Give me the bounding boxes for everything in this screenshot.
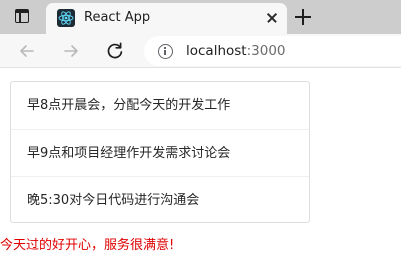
reload-icon[interactable]: [104, 40, 126, 62]
schedule-list: 早8点开晨会，分配今天的开发工作 早9点和项目经理作开发需求讨论会 晚5:30对…: [10, 81, 310, 223]
list-item: 晚5:30对今日代码进行沟通会: [11, 176, 309, 223]
tab-title: React App: [84, 10, 151, 25]
list-item: 早9点和项目经理作开发需求讨论会: [11, 129, 309, 176]
url-host: localhost: [186, 43, 247, 59]
site-info-icon[interactable]: [158, 44, 173, 59]
list-item: 早8点开晨会，分配今天的开发工作: [27, 98, 231, 113]
url-text[interactable]: localhost:3000: [186, 43, 286, 59]
tab-strip: React App: [0, 0, 401, 34]
browser-toolbar: localhost:3000: [0, 34, 401, 68]
back-arrow-icon[interactable]: [16, 40, 38, 62]
url-port: :3000: [246, 43, 286, 59]
forward-arrow-icon[interactable]: [60, 40, 82, 62]
react-logo-icon: [57, 9, 75, 27]
tab-actions-icon[interactable]: [15, 9, 29, 23]
browser-tab[interactable]: React App: [46, 3, 287, 34]
address-bar[interactable]: localhost:3000: [144, 36, 401, 66]
feedback-message: 今天过的好开心，服务很满意!: [0, 238, 175, 253]
new-tab-icon[interactable]: [294, 8, 312, 26]
close-tab-icon[interactable]: [264, 10, 280, 26]
